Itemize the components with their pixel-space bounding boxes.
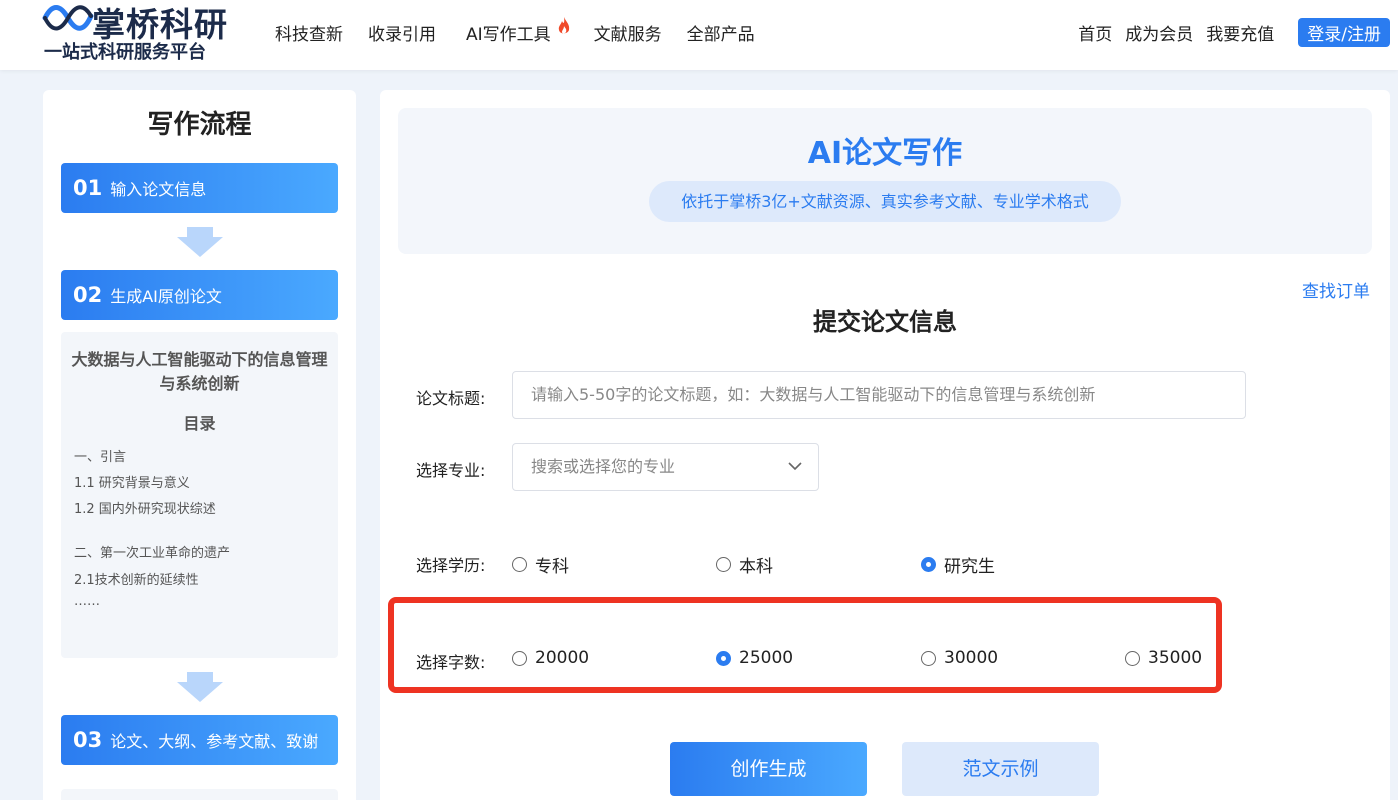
radio-circle [512, 650, 527, 666]
step-label: 生成AI原创论文 [110, 287, 222, 306]
degree-label: 选择学历: [416, 556, 486, 575]
title-label: 论文标题: [416, 389, 486, 408]
step-number: 01 [73, 176, 103, 200]
step-3: 03 论文、大纲、参考文献、致谢 [61, 715, 338, 765]
banner-title: AI论文写作 [807, 136, 963, 171]
header-links: 首页 成为会员 我要充值 登录/注册 [1078, 18, 1398, 47]
top-header: 掌桥科研 一站式科研服务平台 科技查新 收录引用 AI写作工具 文献服务 全部产… [0, 0, 1398, 70]
preview-toc-line: 一、引言 [74, 450, 127, 465]
radio-circle-checked [716, 650, 731, 666]
nav-item-all-products[interactable]: 全部产品 [687, 20, 755, 46]
down-arrow-icon [177, 672, 223, 702]
step-label: 输入论文信息 [110, 180, 207, 199]
sample-paper-preview: 大数据与人工智能驱动下的信息管理与系统创新 目录 一、引言 1.1 研究背景与意… [61, 332, 338, 658]
degree-radio-bachelor[interactable]: 本科 [716, 552, 773, 577]
down-arrow-icon [177, 227, 223, 257]
major-label: 选择专业: [416, 461, 486, 480]
radio-label: 本科 [739, 557, 773, 577]
radio-label: 25000 [739, 648, 794, 668]
chevron-down-icon [788, 462, 802, 471]
radio-label: 专科 [535, 557, 569, 577]
step-label: 论文、大纲、参考文献、致谢 [110, 732, 319, 751]
next-preview-block [61, 789, 338, 800]
word-count-label: 选择字数: [416, 653, 486, 672]
preview-toc-line: 2.1技术创新的延续性 [74, 573, 199, 588]
nav-item-ai-writing[interactable]: AI写作工具 [466, 17, 569, 46]
preview-toc-line: …… [74, 594, 100, 609]
nav-item-citation[interactable]: 收录引用 [368, 20, 436, 46]
main-nav: 科技查新 收录引用 AI写作工具 文献服务 全部产品 [275, 17, 780, 46]
sidebar-title: 写作流程 [147, 110, 252, 140]
form-title: 提交论文信息 [813, 308, 957, 336]
membership-link[interactable]: 成为会员 [1125, 20, 1193, 45]
word-radio-30000[interactable]: 30000 [921, 648, 998, 668]
find-order-link[interactable]: 查找订单 [1302, 277, 1370, 302]
paper-form-panel: AI论文写作 依托于掌桥3亿+文献资源、真实参考文献、专业学术格式 查找订单 提… [380, 90, 1390, 800]
radio-label: 20000 [535, 648, 590, 668]
paper-title-input[interactable]: 请输入5-50字的论文标题，如：大数据与人工智能驱动下的信息管理与系统创新 [512, 371, 1246, 419]
word-radio-20000[interactable]: 20000 [512, 648, 589, 668]
word-count-highlight [388, 597, 1222, 693]
radio-circle [716, 557, 731, 572]
home-link[interactable]: 首页 [1078, 20, 1112, 45]
login-register-button[interactable]: 登录/注册 [1298, 18, 1390, 47]
logo-wave-icon [42, 5, 94, 31]
word-radio-25000[interactable]: 25000 [716, 648, 793, 668]
radio-label: 30000 [944, 648, 999, 668]
radio-circle [1125, 650, 1140, 666]
nav-item-novelty-search[interactable]: 科技查新 [275, 20, 343, 46]
degree-radio-graduate[interactable]: 研究生 [921, 552, 995, 577]
logo-slogan: 一站式科研服务平台 [44, 42, 206, 63]
radio-circle-checked [921, 557, 936, 572]
preview-paper-title: 大数据与人工智能驱动下的信息管理与系统创新 [71, 350, 328, 393]
preview-toc-line: 1.2 国内外研究现状综述 [74, 502, 216, 517]
preview-toc-line: 1.1 研究背景与意义 [74, 476, 190, 491]
create-generate-button[interactable]: 创作生成 [670, 742, 867, 796]
nav-item-ai-writing-label: AI写作工具 [466, 25, 551, 45]
major-select-placeholder: 搜索或选择您的专业 [531, 457, 676, 476]
recharge-link[interactable]: 我要充值 [1206, 20, 1274, 45]
radio-circle [512, 557, 527, 572]
word-radio-35000[interactable]: 35000 [1125, 648, 1202, 668]
nav-item-literature[interactable]: 文献服务 [594, 20, 662, 46]
major-select[interactable]: 搜索或选择您的专业 [512, 443, 819, 491]
banner-subtitle: 依托于掌桥3亿+文献资源、真实参考文献、专业学术格式 [649, 181, 1121, 222]
step-1: 01 输入论文信息 [61, 163, 338, 213]
step-2: 02 生成AI原创论文 [61, 270, 338, 320]
banner: AI论文写作 依托于掌桥3亿+文献资源、真实参考文献、专业学术格式 [398, 108, 1372, 254]
step-number: 02 [73, 283, 103, 307]
preview-toc-line: 二、第一次工业革命的遗产 [74, 546, 231, 561]
step-number: 03 [73, 728, 103, 752]
radio-circle [921, 650, 936, 666]
radio-label: 研究生 [944, 557, 995, 577]
writing-process-sidebar: 写作流程 01 输入论文信息 02 生成AI原创论文 大数据与人工智能驱动下的信… [43, 90, 356, 800]
degree-radio-associate[interactable]: 专科 [512, 552, 569, 577]
preview-toc-heading: 目录 [183, 414, 216, 433]
site-logo[interactable]: 掌桥科研 一站式科研服务平台 [42, 0, 232, 66]
sample-example-button[interactable]: 范文示例 [902, 742, 1099, 796]
radio-label: 35000 [1148, 648, 1203, 668]
fire-icon [558, 17, 569, 34]
